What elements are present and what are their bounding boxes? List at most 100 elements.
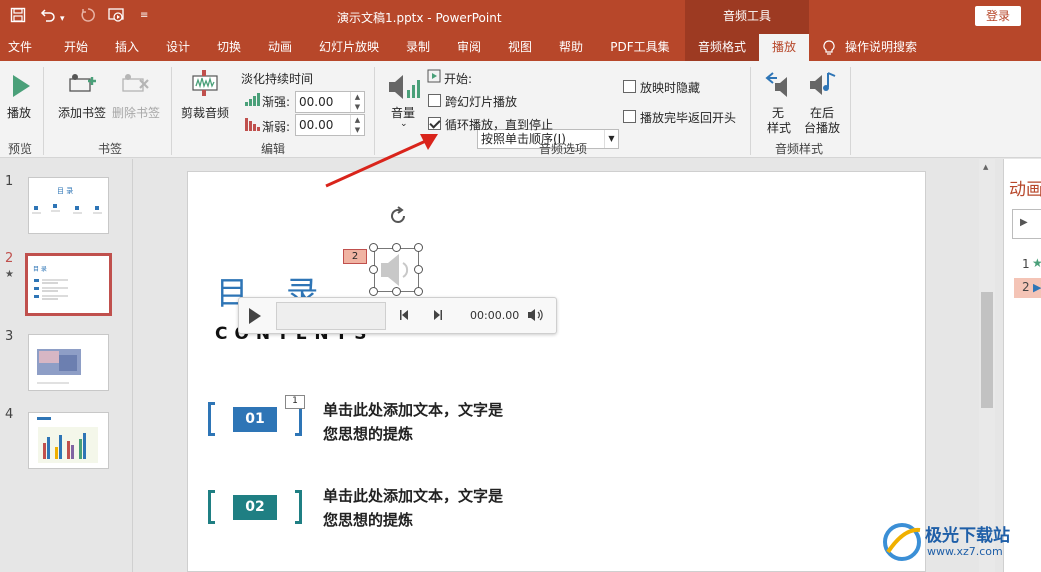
context-group-label: 音频工具 bbox=[685, 0, 809, 34]
audio-options-group-label: 音频选项 bbox=[538, 142, 587, 156]
tab-file[interactable]: 文件 bbox=[0, 34, 40, 61]
hide-during-show-checkbox[interactable] bbox=[623, 80, 636, 93]
fade-out-label: 渐弱: bbox=[262, 120, 291, 134]
animation-star-icon: ★ bbox=[5, 269, 14, 280]
play-across-slides-label: 跨幻灯片播放 bbox=[445, 95, 518, 109]
resize-handle[interactable] bbox=[392, 243, 401, 252]
slide-number: 4 bbox=[5, 407, 14, 422]
volume-icon[interactable] bbox=[387, 72, 421, 105]
item-bracket-left bbox=[208, 490, 215, 524]
player-progress-bar[interactable] bbox=[276, 302, 386, 330]
slide-thumbnail-4[interactable] bbox=[28, 412, 109, 469]
item-text[interactable]: 单击此处添加文本，文字是 您思想的提炼 bbox=[323, 398, 503, 446]
item-number-badge: 01 bbox=[233, 407, 277, 432]
play-in-background-icon[interactable] bbox=[808, 69, 838, 102]
tab-review[interactable]: 审阅 bbox=[446, 34, 492, 61]
resize-handle[interactable] bbox=[369, 243, 378, 252]
login-button[interactable]: 登录 bbox=[975, 6, 1021, 26]
title-bar: ▾ ≡ 演示文稿1.pptx - PowerPoint 音频工具 登录 bbox=[0, 0, 1041, 34]
no-style-icon[interactable] bbox=[763, 69, 793, 102]
fade-in-spinner[interactable]: 00.00 ▲ ▼ bbox=[295, 91, 365, 113]
separator bbox=[171, 67, 172, 155]
spinner-arrows-icon[interactable]: ▲ ▼ bbox=[350, 92, 364, 112]
audio-styles-group-label: 音频样式 bbox=[774, 142, 823, 156]
rewind-after-playing-label: 播放完毕返回开头 bbox=[640, 111, 737, 125]
svg-text:目 录: 目 录 bbox=[57, 187, 73, 195]
tab-record[interactable]: 录制 bbox=[395, 34, 441, 61]
item-text[interactable]: 单击此处添加文本，文字是 您思想的提炼 bbox=[323, 484, 503, 532]
undo-dropdown-icon[interactable]: ▾ bbox=[60, 10, 65, 28]
tab-playback[interactable]: 播放 bbox=[759, 34, 809, 61]
add-bookmark-icon[interactable] bbox=[68, 71, 98, 102]
slide-thumbnail-pane: 1 目 录 2 ★ 目 录 3 4 bbox=[0, 159, 133, 572]
slide-thumbnail-1[interactable]: 目 录 bbox=[28, 177, 109, 234]
play-from-button[interactable]: ▶ bbox=[1012, 209, 1041, 239]
play-icon[interactable] bbox=[10, 73, 32, 102]
play-across-slides-checkbox[interactable] bbox=[428, 94, 441, 107]
audio-player-bar: 00:00.00 bbox=[238, 297, 557, 334]
undo-icon[interactable] bbox=[40, 7, 56, 28]
ribbon-playback: 播放 预览 添加书签 删除书签 书签 剪裁音频 淡化持续时间 渐强: 00.00… bbox=[0, 61, 1041, 158]
item-text-line2: 您思想的提炼 bbox=[323, 425, 414, 443]
slide-thumbnail-3[interactable] bbox=[28, 334, 109, 391]
add-bookmark-button[interactable]: 添加书签 bbox=[58, 104, 106, 121]
player-volume-icon[interactable] bbox=[527, 308, 545, 325]
separator bbox=[850, 67, 851, 155]
no-style-line2[interactable]: 样式 bbox=[767, 119, 791, 136]
skip-forward-icon[interactable] bbox=[431, 309, 443, 324]
customize-toolbar-icon[interactable]: ≡ bbox=[140, 7, 148, 25]
slide-thumbnail-2[interactable]: 目 录 bbox=[25, 253, 112, 316]
resize-handle[interactable] bbox=[414, 287, 423, 296]
resize-handle[interactable] bbox=[414, 243, 423, 252]
trim-audio-button[interactable]: 剪裁音频 bbox=[181, 104, 229, 121]
fade-in-label: 渐强: bbox=[262, 95, 291, 109]
slide-canvas[interactable]: 目 录 CONTENTS 01 1 单击此处添加文本，文字是 您思想的提炼 02… bbox=[187, 171, 926, 572]
from-beginning-icon[interactable] bbox=[108, 7, 126, 28]
resize-handle[interactable] bbox=[392, 287, 401, 296]
vertical-scrollbar[interactable]: ▲ bbox=[979, 159, 995, 572]
chevron-down-icon[interactable]: ▼ bbox=[604, 130, 618, 148]
item-text-line2: 您思想的提炼 bbox=[323, 511, 414, 529]
annotation-arrow bbox=[325, 134, 438, 188]
watermark-url: www.xz7.com bbox=[927, 545, 1003, 558]
resize-handle[interactable] bbox=[369, 287, 378, 296]
resize-handle[interactable] bbox=[369, 265, 378, 274]
tab-transitions[interactable]: 切换 bbox=[206, 34, 252, 61]
redo-icon[interactable] bbox=[80, 7, 96, 28]
fade-duration-title: 淡化持续时间 bbox=[241, 72, 314, 86]
item-number-badge: 02 bbox=[233, 495, 277, 520]
scroll-up-icon[interactable]: ▲ bbox=[983, 163, 988, 171]
scrollbar-thumb[interactable] bbox=[981, 292, 993, 408]
resize-handle[interactable] bbox=[414, 265, 423, 274]
tab-view[interactable]: 视图 bbox=[497, 34, 543, 61]
animation-row-selected[interactable]: 2 ▶ bbox=[1014, 278, 1041, 298]
rotate-handle-icon[interactable] bbox=[386, 204, 410, 231]
audio-icon-selection-box[interactable] bbox=[374, 248, 419, 292]
skip-back-icon[interactable] bbox=[399, 309, 411, 324]
animation-order-badge[interactable]: 2 bbox=[343, 249, 367, 264]
play-button[interactable]: 播放 bbox=[7, 104, 31, 121]
trim-audio-icon[interactable] bbox=[189, 68, 221, 103]
tab-design[interactable]: 设计 bbox=[155, 34, 201, 61]
fade-in-icon bbox=[244, 92, 260, 109]
animation-order-badge[interactable]: 1 bbox=[285, 395, 305, 409]
slide-number: 3 bbox=[5, 329, 14, 344]
media-play-icon: ▶ bbox=[1033, 281, 1041, 294]
tab-home[interactable]: 开始 bbox=[52, 34, 100, 61]
separator bbox=[43, 67, 44, 155]
tab-insert[interactable]: 插入 bbox=[104, 34, 150, 61]
tab-slideshow[interactable]: 幻灯片放映 bbox=[311, 34, 387, 61]
play-triangle-icon: ▶ bbox=[1020, 217, 1028, 228]
tab-help[interactable]: 帮助 bbox=[548, 34, 594, 61]
animation-row-number: 1 bbox=[1022, 257, 1030, 271]
tab-animations[interactable]: 动画 bbox=[257, 34, 303, 61]
rewind-after-playing-checkbox[interactable] bbox=[623, 110, 636, 123]
fade-out-icon bbox=[244, 117, 260, 134]
tell-me-search[interactable]: 操作说明搜索 bbox=[845, 34, 929, 61]
player-play-icon[interactable] bbox=[248, 307, 262, 328]
save-icon[interactable] bbox=[10, 7, 26, 28]
tab-pdf-tools[interactable]: PDF工具集 bbox=[604, 34, 676, 61]
item-bracket-right bbox=[295, 490, 302, 524]
tab-audio-format[interactable]: 音频格式 bbox=[685, 34, 759, 61]
play-in-background-line2[interactable]: 台播放 bbox=[804, 119, 840, 136]
